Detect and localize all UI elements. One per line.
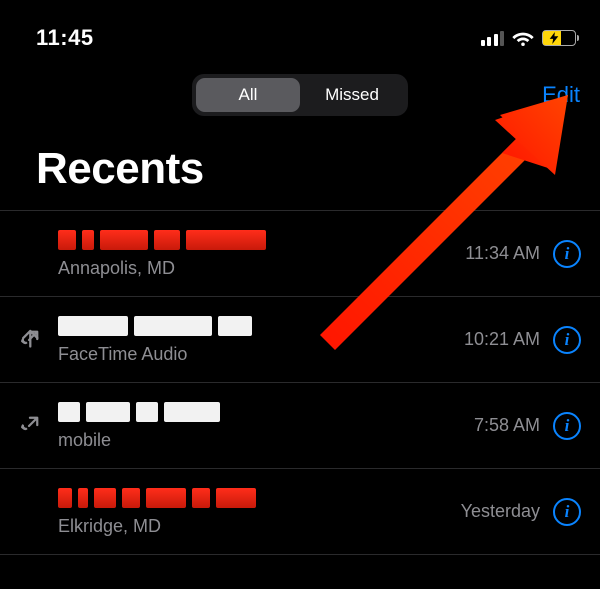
call-info-button[interactable]: i — [552, 326, 582, 354]
call-direction-slot — [18, 415, 58, 437]
call-info-button[interactable]: i — [552, 498, 582, 526]
call-info-button[interactable]: i — [552, 412, 582, 440]
status-time: 11:45 — [36, 25, 94, 51]
edit-button[interactable]: Edit — [542, 82, 580, 108]
outgoing-call-icon — [18, 329, 40, 351]
info-icon: i — [553, 412, 581, 440]
call-row[interactable]: FaceTime Audio 10:21 AM i — [0, 296, 600, 382]
info-icon: i — [553, 326, 581, 354]
nav-row: All Missed Edit — [0, 66, 600, 124]
call-row[interactable]: mobile 7:58 AM i — [0, 382, 600, 468]
call-row[interactable]: Annapolis, MD 11:34 AM i — [0, 210, 600, 296]
call-subtext: Annapolis, MD — [58, 258, 465, 279]
call-subtext: mobile — [58, 430, 474, 451]
call-time: 7:58 AM — [474, 415, 552, 436]
caller-name-redacted — [58, 314, 464, 338]
call-time: 11:34 AM — [465, 243, 552, 264]
outgoing-call-icon — [18, 415, 40, 437]
battery-icon — [542, 30, 576, 46]
status-bar: 11:45 — [0, 0, 600, 56]
recents-filter-segmented[interactable]: All Missed — [192, 74, 408, 116]
call-subtext: FaceTime Audio — [58, 344, 464, 365]
call-direction-slot — [18, 329, 58, 351]
info-icon: i — [553, 240, 581, 268]
call-info-button[interactable]: i — [552, 240, 582, 268]
charging-bolt-icon — [549, 32, 559, 44]
caller-name-redacted — [58, 400, 474, 424]
status-icons — [481, 30, 577, 46]
call-time: 10:21 AM — [464, 329, 552, 350]
info-icon: i — [553, 498, 581, 526]
call-row[interactable]: Elkridge, MD Yesterday i — [0, 468, 600, 554]
segment-missed[interactable]: Missed — [300, 78, 404, 112]
recents-list: Annapolis, MD 11:34 AM i — [0, 210, 600, 584]
call-row[interactable] — [0, 554, 600, 584]
caller-name-redacted — [58, 486, 461, 510]
caller-name-redacted — [58, 228, 465, 252]
call-subtext: Elkridge, MD — [58, 516, 461, 537]
wifi-icon — [512, 30, 534, 46]
page-title: Recents — [0, 124, 600, 210]
call-time: Yesterday — [461, 501, 552, 522]
segment-all[interactable]: All — [196, 78, 300, 112]
cell-signal-icon — [481, 30, 505, 46]
